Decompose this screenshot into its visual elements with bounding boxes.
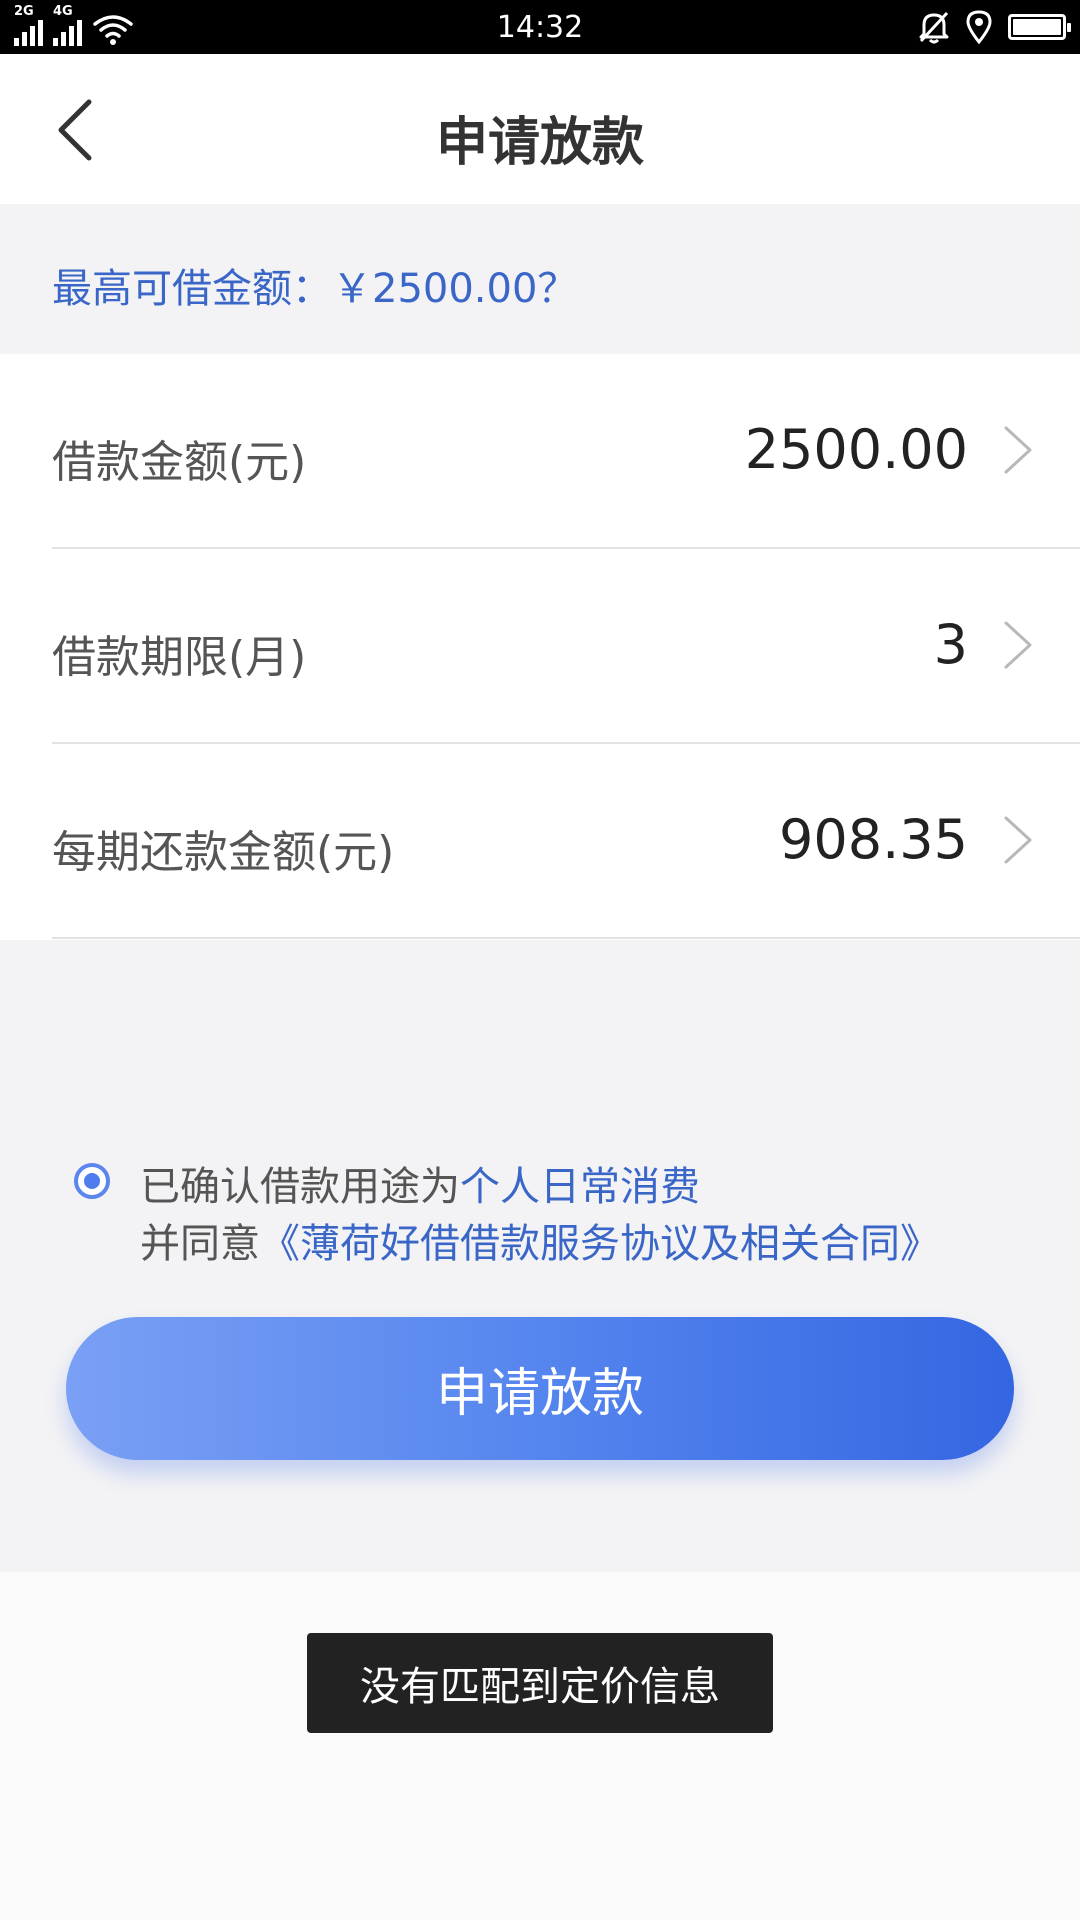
loan-form: 借款金额(元) 2500.00 借款期限(月) 3 每期还款金额(元) 908.… (0, 354, 1080, 940)
page-title: 申请放款 (435, 113, 644, 173)
divider (52, 937, 1080, 939)
agreement-prefix-2: 并同意 (140, 1221, 260, 1267)
agreement-radio[interactable] (74, 1163, 110, 1199)
chevron-right-icon (1004, 621, 1032, 669)
loan-purpose-link[interactable]: 个人日常消费 (460, 1164, 700, 1210)
row-value: 908.35 (779, 808, 968, 871)
radio-dot (84, 1173, 100, 1189)
apply-loan-button[interactable]: 申请放款 (66, 1317, 1014, 1460)
bell-mute-icon (919, 11, 949, 44)
installment-amount-row[interactable]: 每期还款金额(元) 908.35 (0, 744, 1080, 939)
max-amount-banner: 最高可借金额：￥2500.00？ (0, 204, 1080, 354)
agreement-line-1: 已确认借款用途为个人日常消费 (140, 1154, 700, 1212)
location-icon (966, 10, 992, 44)
loan-amount-row[interactable]: 借款金额(元) 2500.00 (0, 354, 1080, 549)
chevron-right-icon (1004, 426, 1032, 474)
row-label: 借款金额(元) (52, 437, 307, 488)
battery-icon (1008, 14, 1071, 40)
row-label: 每期还款金额(元) (52, 827, 395, 878)
toast-message: 没有匹配到定价信息 (307, 1633, 773, 1733)
row-value: 3 (933, 613, 968, 676)
status-bar: 2G 4G 14:32 (0, 0, 1080, 54)
row-value: 2500.00 (744, 418, 968, 481)
service-agreement-link[interactable]: 《薄荷好借借款服务协议及相关合同》 (260, 1221, 940, 1267)
status-right (918, 10, 1071, 44)
header: 申请放款 (0, 54, 1080, 204)
agreement-prefix-1: 已确认借款用途为 (140, 1164, 460, 1210)
chevron-right-icon (1004, 816, 1032, 864)
row-label: 借款期限(月) (52, 632, 307, 683)
agreement-line-2: 并同意《薄荷好借借款服务协议及相关合同》 (140, 1211, 940, 1269)
loan-term-row[interactable]: 借款期限(月) 3 (0, 549, 1080, 744)
max-amount-text[interactable]: 最高可借金额：￥2500.00？ (52, 256, 577, 314)
